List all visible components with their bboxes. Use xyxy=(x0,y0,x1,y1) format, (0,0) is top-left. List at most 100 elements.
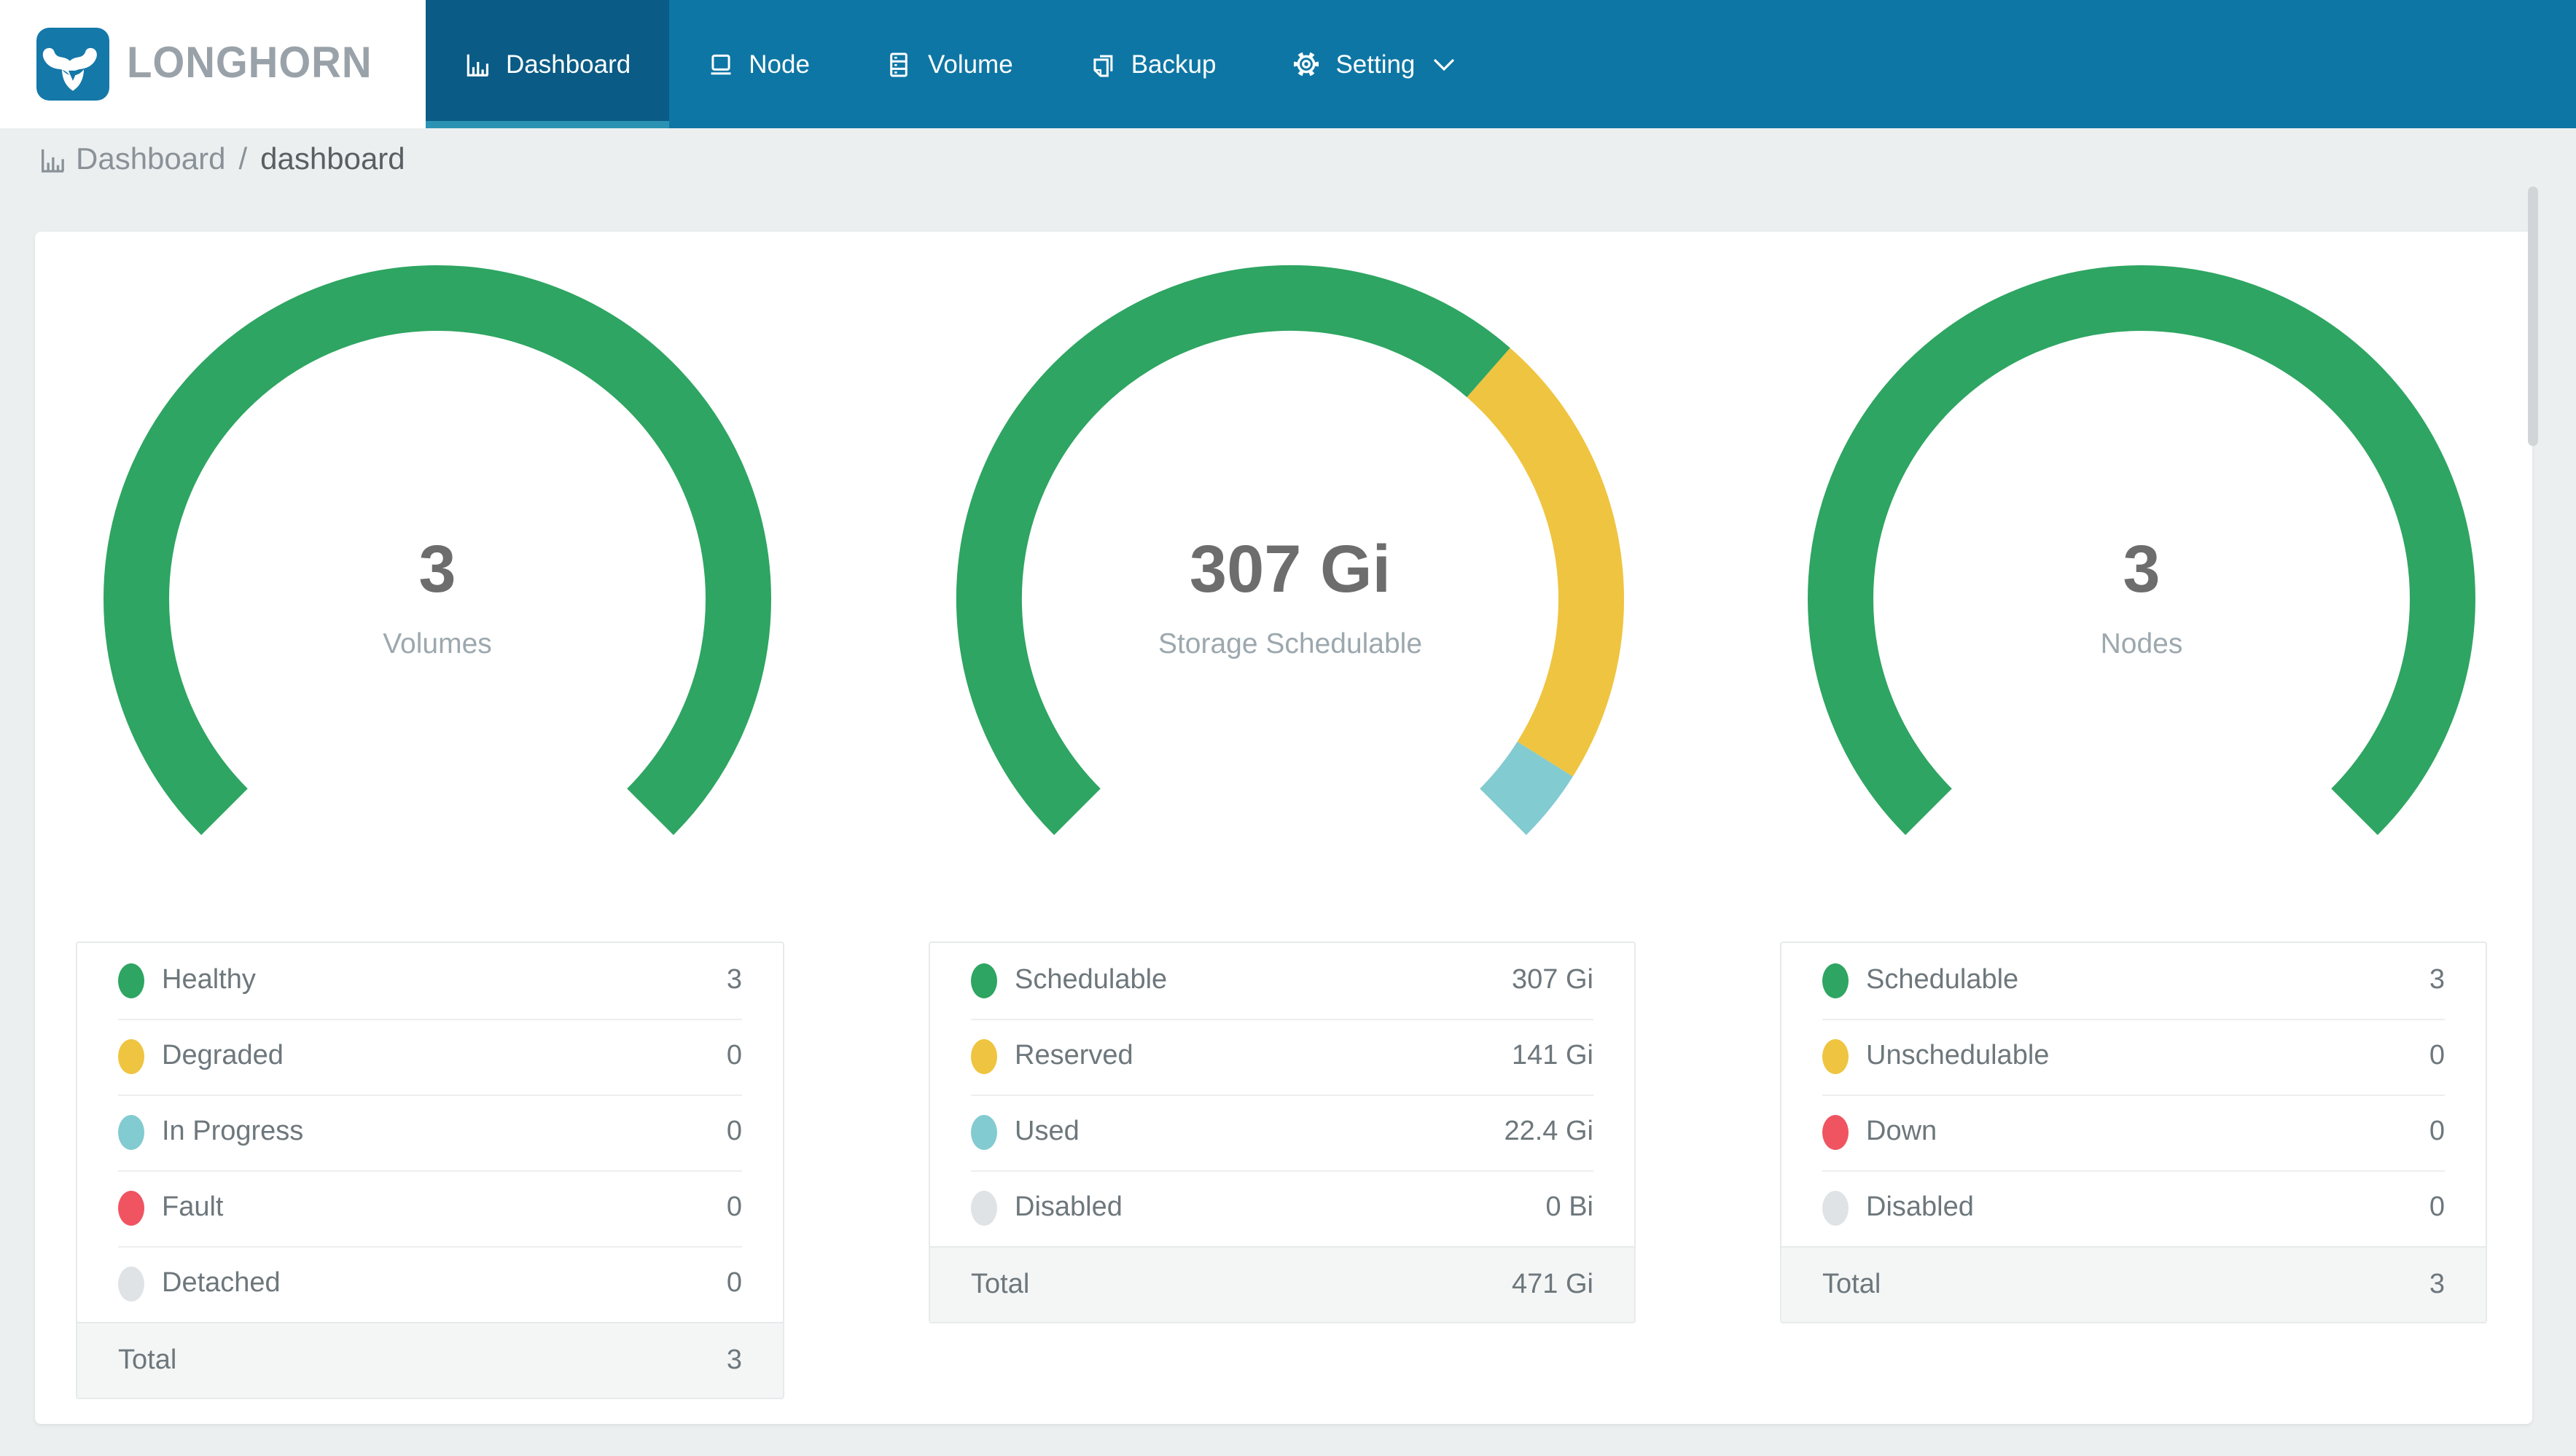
storage-gauge-arc xyxy=(956,265,1624,835)
tab-label: Backup xyxy=(1131,49,1217,78)
legend-row-in-progress: In Progress 0 xyxy=(77,1095,783,1170)
gauge-segment-used xyxy=(1479,741,1573,835)
breadcrumb-section[interactable]: Dashboard xyxy=(76,143,225,178)
dashboard-card: 3 Volumes 307 Gi Storage Schedulable 3 N… xyxy=(35,232,2532,1424)
breadcrumb-separator: / xyxy=(238,143,248,176)
bar-chart-icon xyxy=(42,149,64,173)
schedulable-dot-icon xyxy=(1822,963,1849,998)
legend-value: 0 xyxy=(726,1268,742,1299)
volumes-gauge: 3 Volumes xyxy=(102,264,773,934)
laptop-icon xyxy=(710,53,730,74)
legend-value: 0 xyxy=(726,1116,742,1147)
legend-row-schedulable: Schedulable 307 Gi xyxy=(930,943,1634,1019)
legend-label: Reserved xyxy=(1015,1041,1133,1071)
legend-row-down: Down 0 xyxy=(1781,1095,2486,1170)
tab-dashboard[interactable]: Dashboard xyxy=(426,0,669,128)
nodes-gauge-arc xyxy=(1808,265,2475,835)
legend-row-reserved: Reserved 141 Gi xyxy=(930,1019,1634,1095)
legend-label: Healthy xyxy=(162,965,256,995)
disabled-dot-icon xyxy=(1822,1191,1849,1226)
storage-legend-table: Schedulable 307 Gi Reserved 141 Gi Used 22.4 … xyxy=(929,942,1636,1323)
total-label: Total xyxy=(118,1345,177,1375)
legend-label: Degraded xyxy=(162,1041,284,1071)
nav-tabs: Dashboard Node Volume Backup Setting xyxy=(426,0,1492,128)
legend-value: 0 xyxy=(2429,1192,2445,1223)
active-tab-underline xyxy=(426,121,669,128)
used-dot-icon xyxy=(971,1115,997,1150)
legend-value: 22.4 Gi xyxy=(1504,1116,1593,1147)
scrollbar-thumb[interactable] xyxy=(2528,187,2538,446)
legend-value: 0 xyxy=(726,1192,742,1223)
legend-value: 0 xyxy=(2429,1041,2445,1071)
total-value: 471 Gi xyxy=(1512,1269,1593,1299)
legend-row-used: Used 22.4 Gi xyxy=(930,1095,1634,1170)
legend-label: Disabled xyxy=(1866,1192,1974,1223)
breadcrumb-page: dashboard xyxy=(260,143,405,176)
schedulable-dot-icon xyxy=(971,963,997,998)
chevron-down-icon xyxy=(1433,58,1454,71)
gauge-segment-schedulable xyxy=(956,265,1510,835)
in-progress-dot-icon xyxy=(118,1115,144,1150)
storage-drawers-icon xyxy=(891,52,908,77)
legend-value: 3 xyxy=(726,965,742,995)
tab-label: Node xyxy=(749,49,810,78)
legend-total-row: Total 3 xyxy=(1781,1246,2486,1322)
tab-volume[interactable]: Volume xyxy=(848,0,1051,128)
legend-row-disabled: Disabled 0 Bi xyxy=(930,1170,1634,1246)
legend-label: Used xyxy=(1015,1116,1080,1147)
gauge-segment-reserved xyxy=(1467,348,1624,777)
legend-label: Down xyxy=(1866,1116,1937,1147)
disabled-dot-icon xyxy=(971,1191,997,1226)
unschedulable-dot-icon xyxy=(1822,1039,1849,1074)
legend-label: In Progress xyxy=(162,1116,304,1147)
legend-row-healthy: Healthy 3 xyxy=(77,943,783,1019)
legend-row-fault: Fault 0 xyxy=(77,1170,783,1246)
healthy-dot-icon xyxy=(118,963,144,998)
tab-setting[interactable]: Setting xyxy=(1254,0,1492,128)
app-root: LONGHORN Dashboard Node Volume Backup Se… xyxy=(0,0,2576,1456)
tab-label: Setting xyxy=(1335,49,1416,78)
detached-dot-icon xyxy=(118,1267,144,1302)
bar-chart-icon xyxy=(467,53,489,76)
legend-label: Disabled xyxy=(1015,1192,1123,1223)
volumes-gauge-arc xyxy=(104,265,771,835)
tab-backup[interactable]: Backup xyxy=(1051,0,1254,128)
storage-gauge: 307 Gi Storage Schedulable xyxy=(955,264,1625,934)
copy-pages-icon xyxy=(1093,54,1113,77)
down-dot-icon xyxy=(1822,1115,1849,1150)
total-label: Total xyxy=(971,1269,1030,1299)
reserved-dot-icon xyxy=(971,1039,997,1074)
gauge-segment-healthy xyxy=(104,265,771,835)
breadcrumb: Dashboard / dashboard xyxy=(38,143,405,178)
legend-value: 3 xyxy=(2429,965,2445,995)
legend-label: Schedulable xyxy=(1015,965,1168,995)
total-value: 3 xyxy=(726,1345,742,1375)
brand[interactable]: LONGHORN xyxy=(0,0,426,128)
legend-value: 141 Gi xyxy=(1512,1041,1593,1071)
top-nav: LONGHORN Dashboard Node Volume Backup Se… xyxy=(0,0,2576,128)
nodes-gauge: 3 Nodes xyxy=(1806,264,2477,934)
legend-label: Schedulable xyxy=(1866,965,2019,995)
nodes-legend-table: Schedulable 3 Unschedulable 0 Down 0 Disabled 0… xyxy=(1780,942,2487,1323)
legend-row-detached: Detached 0 xyxy=(77,1246,783,1322)
legend-label: Unschedulable xyxy=(1866,1041,2050,1071)
degraded-dot-icon xyxy=(118,1039,144,1074)
legend-row-degraded: Degraded 0 xyxy=(77,1019,783,1095)
legend-total-row: Total 471 Gi xyxy=(930,1246,1634,1322)
total-label: Total xyxy=(1822,1269,1881,1299)
legend-value: 0 Bi xyxy=(1545,1192,1594,1223)
tab-label: Dashboard xyxy=(506,49,631,78)
longhorn-logo-icon xyxy=(36,28,109,101)
legend-row-unschedulable: Unschedulable 0 xyxy=(1781,1019,2486,1095)
volumes-legend-table: Healthy 3 Degraded 0 In Progress 0 Fault 0 Detac… xyxy=(76,942,784,1399)
legend-value: 0 xyxy=(2429,1116,2445,1147)
legend-label: Fault xyxy=(162,1192,224,1223)
legend-label: Detached xyxy=(162,1268,281,1299)
fault-dot-icon xyxy=(118,1191,144,1226)
tab-label: Volume xyxy=(927,49,1013,78)
brand-name: LONGHORN xyxy=(127,39,372,87)
legend-row-disabled: Disabled 0 xyxy=(1781,1170,2486,1246)
tab-node[interactable]: Node xyxy=(668,0,848,128)
legend-total-row: Total 3 xyxy=(77,1322,783,1398)
legend-value: 307 Gi xyxy=(1512,965,1593,995)
